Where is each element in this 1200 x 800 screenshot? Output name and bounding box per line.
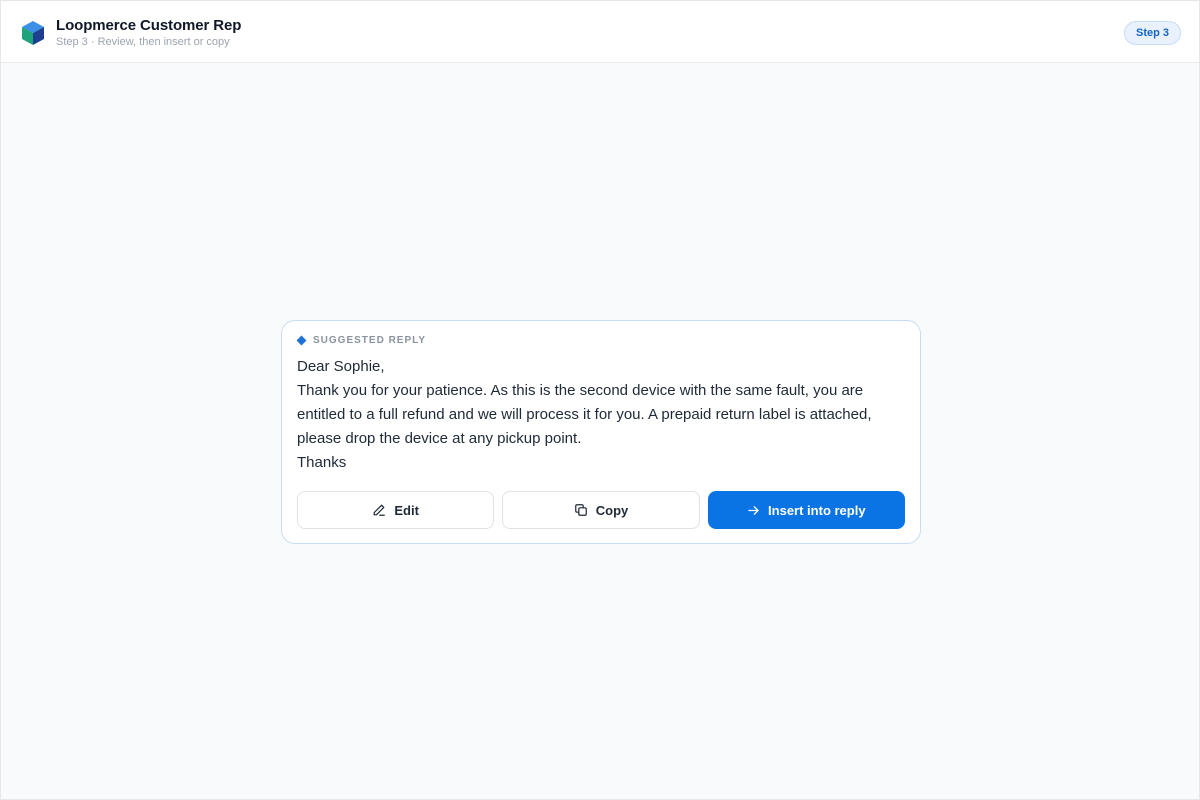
top-bar: Loopmerce Customer Rep Step 3 · Review, … bbox=[1, 1, 1199, 63]
pencil-icon bbox=[372, 503, 386, 517]
cube-icon bbox=[20, 20, 46, 46]
copy-button-label: Copy bbox=[595, 502, 629, 518]
reply-greeting: Dear Sophie, bbox=[297, 358, 385, 375]
reply-signoff: Thanks bbox=[297, 454, 347, 471]
reply-text: Dear Sophie, Thank you for your patience… bbox=[297, 355, 907, 475]
card-label-text: SUGGESTED REPLY bbox=[313, 335, 426, 346]
card-label: SUGGESTED REPLY bbox=[296, 335, 426, 346]
copy-button[interactable]: Copy bbox=[502, 491, 700, 529]
app-title: Loopmerce Customer Rep bbox=[56, 17, 242, 34]
suggested-reply-card: SUGGESTED REPLY Dear Sophie, Thank you f… bbox=[281, 320, 921, 544]
diamond-icon bbox=[296, 335, 307, 346]
insert-button-label: Insert into reply bbox=[768, 502, 866, 518]
edit-button-label: Edit bbox=[394, 502, 419, 518]
app-window: Loopmerce Customer Rep Step 3 · Review, … bbox=[0, 0, 1200, 800]
edit-button[interactable]: Edit bbox=[297, 491, 495, 529]
insert-into-reply-button[interactable]: Insert into reply bbox=[707, 491, 905, 529]
copy-icon bbox=[574, 503, 588, 517]
app-subtitle: Step 3 · Review, then insert or copy bbox=[56, 36, 230, 48]
reply-body: Thank you for your patience. As this is … bbox=[297, 382, 872, 447]
arrow-right-icon bbox=[747, 504, 760, 517]
action-row: Edit Copy Insert into reply bbox=[297, 491, 905, 529]
step-badge: Step 3 bbox=[1124, 21, 1181, 45]
